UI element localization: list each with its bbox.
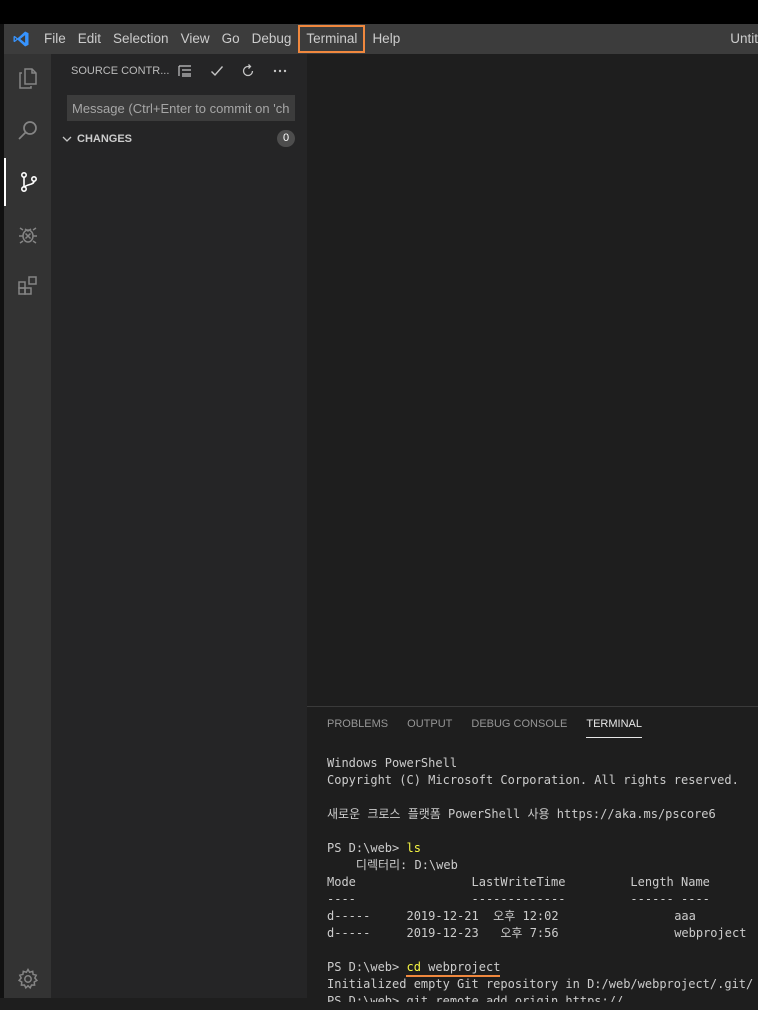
changes-label: CHANGES <box>77 133 133 145</box>
terminal-line: Initialized empty Git repository in D:/w… <box>327 977 754 991</box>
search-icon[interactable] <box>4 106 51 154</box>
vscode-logo-icon <box>4 24 38 54</box>
prompt: PS D:\web> <box>327 841 407 855</box>
terminal-line: d----- 2019-12-21 오후 12:02 aaa <box>327 909 696 923</box>
commit-message-input[interactable] <box>67 95 295 121</box>
terminal-line: d----- 2019-12-23 오후 7:56 webproject <box>327 926 747 940</box>
terminal-blank <box>327 823 758 840</box>
panel-tabs: PROBLEMS OUTPUT DEBUG CONSOLE TERMINAL <box>327 717 661 738</box>
tab-output[interactable]: OUTPUT <box>407 717 452 737</box>
debug-icon[interactable] <box>4 210 51 258</box>
terminal-line: 새로운 크로스 플랫폼 PowerShell 사용 https://aka.ms… <box>327 807 716 821</box>
terminal-line: ---- ------------- ------ ---- <box>327 892 710 906</box>
menu-bar: File Edit Selection View Go Debug Termin… <box>4 24 758 54</box>
menu-file[interactable]: File <box>38 24 72 54</box>
terminal-line: 디렉터리: D:\web <box>327 858 458 872</box>
window-title: Untit <box>730 31 758 46</box>
source-control-icon[interactable] <box>4 158 51 206</box>
files-icon[interactable] <box>4 54 51 102</box>
more-icon[interactable] <box>270 61 290 81</box>
tab-terminal[interactable]: TERMINAL <box>586 717 642 738</box>
menu-go[interactable]: Go <box>216 24 246 54</box>
command-ls: ls <box>406 841 421 855</box>
activity-bar <box>4 54 51 998</box>
command-cd: cd webproject <box>406 960 501 974</box>
terminal-line-partial: PS D:\web> git remote add origin https:/… <box>327 994 645 1008</box>
chevron-down-icon <box>61 130 73 149</box>
terminal-blank <box>327 789 758 806</box>
tab-problems[interactable]: PROBLEMS <box>327 717 388 737</box>
tree-view-icon[interactable] <box>175 61 195 81</box>
terminal-prompt-line: PS D:\web> ls <box>327 840 758 857</box>
terminal-line: Windows PowerShell <box>327 756 458 770</box>
menu-selection[interactable]: Selection <box>107 24 175 54</box>
terminal-line: Copyright (C) Microsoft Corporation. All… <box>327 773 739 787</box>
menu-terminal[interactable]: Terminal <box>297 24 366 54</box>
menu-help[interactable]: Help <box>366 24 406 54</box>
changes-count-badge: 0 <box>277 130 295 147</box>
prompt: PS D:\web> <box>327 960 407 974</box>
terminal-output[interactable]: Windows PowerShell Copyright (C) Microso… <box>327 755 758 1010</box>
changes-section-header[interactable]: CHANGES 0 <box>61 130 297 148</box>
terminal-blank <box>327 942 758 959</box>
sidebar-title: SOURCE CONTR... <box>71 65 170 77</box>
terminal-line: Mode LastWriteTime Length Name <box>327 875 710 889</box>
source-control-sidebar: SOURCE CONTR... CHANGES 0 <box>51 54 307 998</box>
menu-edit[interactable]: Edit <box>72 24 107 54</box>
tab-debug-console[interactable]: DEBUG CONSOLE <box>471 717 567 737</box>
terminal-prompt-line: PS D:\web> cd webproject <box>327 959 758 976</box>
editor-area <box>307 54 758 706</box>
refresh-icon[interactable] <box>238 61 258 81</box>
settings-gear-icon[interactable] <box>4 964 51 994</box>
check-icon[interactable] <box>207 61 227 81</box>
extensions-icon[interactable] <box>4 262 51 310</box>
bottom-panel: PROBLEMS OUTPUT DEBUG CONSOLE TERMINAL W… <box>307 706 758 1002</box>
menu-debug[interactable]: Debug <box>246 24 298 54</box>
top-black-strip <box>0 0 758 24</box>
menu-view[interactable]: View <box>175 24 216 54</box>
